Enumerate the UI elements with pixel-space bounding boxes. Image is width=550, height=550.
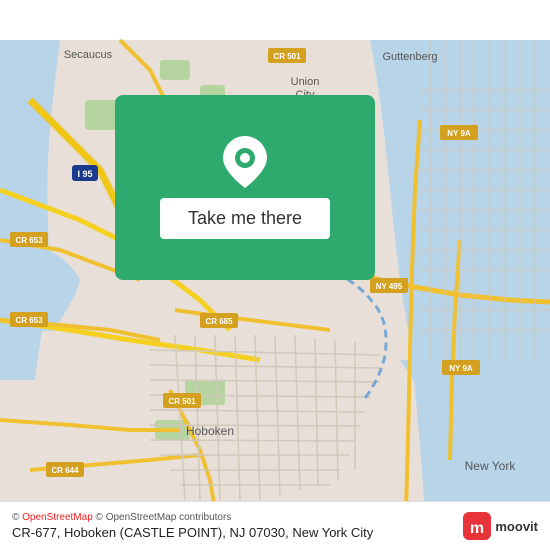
info-text-block: © OpenStreetMap © OpenStreetMap contribu… <box>12 512 373 540</box>
moovit-brand-text: moovit <box>495 519 538 534</box>
copyright-symbol: © <box>12 512 19 523</box>
action-panel: Take me there <box>115 95 375 280</box>
info-bar: © OpenStreetMap © OpenStreetMap contribu… <box>0 501 550 550</box>
svg-text:CR 501: CR 501 <box>168 397 196 406</box>
svg-text:NY 9A: NY 9A <box>447 129 471 138</box>
location-pin-icon <box>219 136 271 188</box>
openstreetmap-link[interactable]: OpenStreetMap <box>22 512 93 523</box>
svg-text:NY 495: NY 495 <box>376 282 403 291</box>
moovit-logo: m moovit <box>463 512 538 540</box>
svg-text:NY 9A: NY 9A <box>449 364 473 373</box>
svg-text:Hoboken: Hoboken <box>186 424 234 438</box>
svg-text:CR 653: CR 653 <box>15 236 43 245</box>
svg-text:m: m <box>470 520 484 537</box>
contributors-text: © OpenStreetMap contributors <box>96 512 232 523</box>
svg-text:CR 653: CR 653 <box>15 316 43 325</box>
svg-text:Union: Union <box>291 76 320 88</box>
svg-text:Secaucus: Secaucus <box>64 49 113 61</box>
location-description: CR-677, Hoboken (CASTLE POINT), NJ 07030… <box>12 525 373 540</box>
svg-text:CR 501: CR 501 <box>273 52 301 61</box>
svg-text:New York: New York <box>465 459 517 473</box>
moovit-icon: m <box>463 512 491 540</box>
attribution-line: © OpenStreetMap © OpenStreetMap contribu… <box>12 512 373 523</box>
svg-text:CR 644: CR 644 <box>51 466 79 475</box>
svg-text:I 95: I 95 <box>77 169 92 179</box>
take-me-there-button[interactable]: Take me there <box>160 198 330 239</box>
svg-text:Guttenberg: Guttenberg <box>382 51 437 63</box>
map-container: I 95 CR 501 CR 653 CR 653 CR 685 CR 501 … <box>0 0 550 550</box>
svg-text:CR 685: CR 685 <box>205 317 233 326</box>
